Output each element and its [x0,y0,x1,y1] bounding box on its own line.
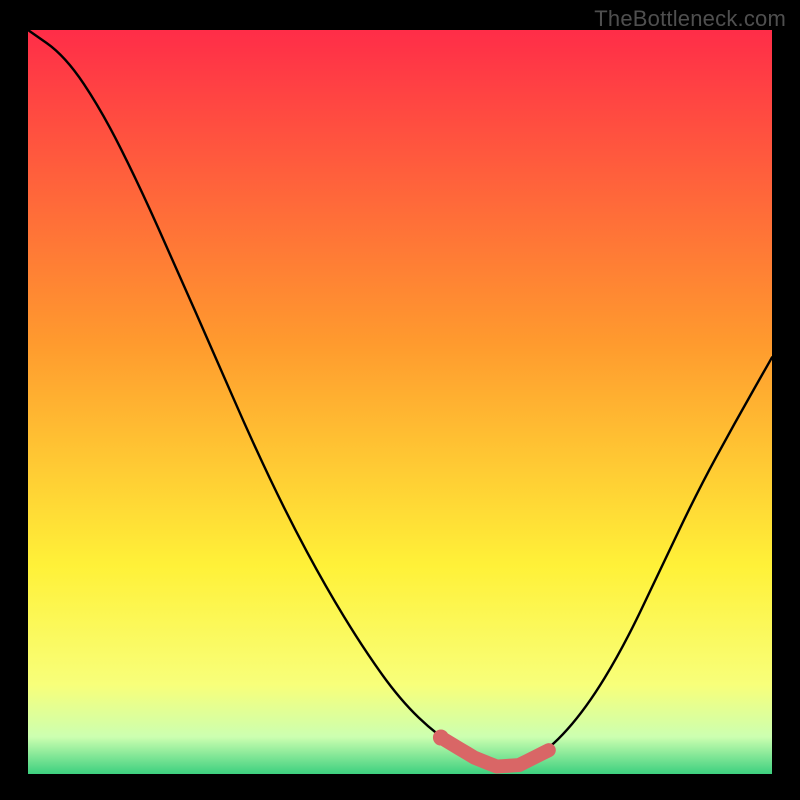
chart-svg [28,30,772,774]
highlight-dot [433,730,449,746]
plot-area [28,30,772,774]
gradient-background [28,30,772,774]
chart-stage: TheBottleneck.com [0,0,800,800]
attribution-text: TheBottleneck.com [594,6,786,32]
